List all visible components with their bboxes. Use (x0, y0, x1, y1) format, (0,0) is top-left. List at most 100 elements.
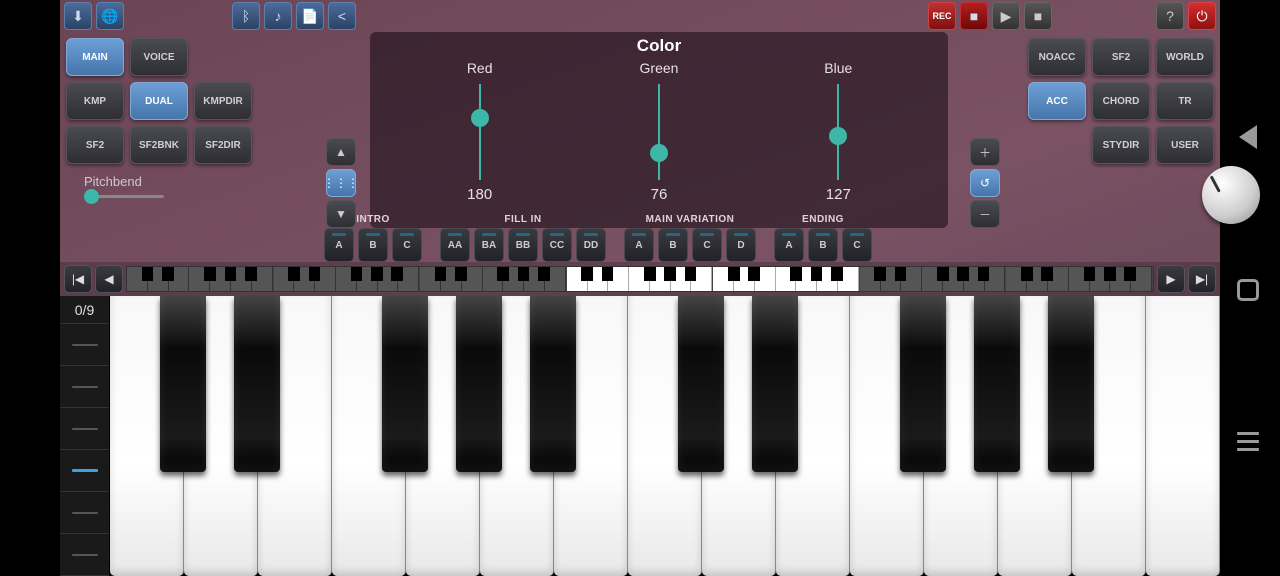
plus-button[interactable]: ＋ (970, 138, 1000, 166)
grid-icon[interactable]: ⋮⋮⋮ (326, 169, 356, 197)
zoom-seg[interactable] (60, 534, 109, 576)
next-arrow-icon[interactable]: ▶ (1157, 265, 1185, 293)
slider-label: Red (467, 60, 493, 76)
slider-track[interactable] (837, 84, 839, 180)
up-arrow-button[interactable]: ▲ (326, 138, 356, 166)
center-panel: Color Red180Green76Blue127 ▲ ⋮⋮⋮ ▼ ＋ ↺ －… (320, 32, 1004, 262)
zoom-seg[interactable] (60, 492, 109, 534)
seq-btn-a[interactable]: A (324, 228, 354, 262)
seq-btn-b[interactable]: B (658, 228, 688, 262)
mini-keyboard[interactable] (126, 266, 1154, 292)
seq-btn-dd[interactable]: DD (576, 228, 606, 262)
zoom-seg[interactable] (60, 324, 109, 366)
back-icon[interactable] (1239, 125, 1257, 149)
play-button[interactable]: ▶ (992, 2, 1020, 30)
left-btn-sf2bnk[interactable]: SF2BNK (130, 126, 188, 164)
slider-track[interactable] (658, 84, 660, 180)
seq-group-label: FILL IN (504, 214, 541, 225)
pitchbend-slider[interactable] (84, 195, 164, 198)
black-key[interactable] (678, 296, 724, 472)
left-btn-kmp[interactable]: KMP (66, 82, 124, 120)
seq-group-label: INTRO (356, 214, 390, 225)
share-icon[interactable]: < (328, 2, 356, 30)
bluetooth-icon[interactable]: ᛒ (232, 2, 260, 30)
home-icon[interactable] (1237, 279, 1259, 301)
right-btn-world[interactable]: WORLD (1156, 38, 1214, 76)
music-note-icon[interactable]: ♪ (264, 2, 292, 30)
stop-record-button[interactable]: ■ (960, 2, 988, 30)
seq-btn-d[interactable]: D (726, 228, 756, 262)
right-btn-noacc[interactable]: NOACC (1028, 38, 1086, 76)
black-key[interactable] (1048, 296, 1094, 472)
black-key[interactable] (456, 296, 502, 472)
zoom-seg[interactable] (60, 450, 109, 492)
seq-group-ending: ENDING ABC (774, 214, 872, 262)
help-button[interactable]: ? (1156, 2, 1184, 30)
app-root: ⬇ 🌐 ᛒ ♪ 📄 < REC ■ ▶ ■ ? ⏻ MAINVOICEKMPDU… (60, 0, 1220, 576)
slider-value: 127 (826, 186, 851, 203)
prev-arrow-icon[interactable]: ◀ (95, 265, 123, 293)
seq-btn-a[interactable]: A (774, 228, 804, 262)
recents-icon[interactable] (1237, 432, 1259, 451)
zoom-column: 0/9 (60, 296, 110, 576)
first-arrow-icon[interactable]: |◀ (64, 265, 92, 293)
right-btn-sf2[interactable]: SF2 (1092, 38, 1150, 76)
rec-button[interactable]: REC (928, 2, 956, 30)
system-nav-bar (1228, 0, 1268, 576)
black-key[interactable] (234, 296, 280, 472)
seq-btn-bb[interactable]: BB (508, 228, 538, 262)
seq-group-label: ENDING (802, 214, 844, 225)
seq-btn-a[interactable]: A (624, 228, 654, 262)
seq-btn-c[interactable]: C (842, 228, 872, 262)
seq-group-intro: INTROABC (324, 214, 422, 262)
right-btn-user[interactable]: USER (1156, 126, 1214, 164)
seq-btn-b[interactable]: B (808, 228, 838, 262)
color-title: Color (390, 36, 928, 56)
seq-btn-cc[interactable]: CC (542, 228, 572, 262)
power-button[interactable]: ⏻ (1188, 2, 1216, 30)
black-key[interactable] (752, 296, 798, 472)
right-btn-tr[interactable]: TR (1156, 82, 1214, 120)
seq-btn-c[interactable]: C (692, 228, 722, 262)
globe-icon[interactable]: 🌐 (96, 2, 124, 30)
last-arrow-icon[interactable]: ▶| (1188, 265, 1216, 293)
slider-track[interactable] (479, 84, 481, 180)
stop-button[interactable]: ■ (1024, 2, 1052, 30)
keyboard-strip: 0/9 (60, 296, 1220, 576)
color-panel: Color Red 180 Green76 Blue 127 (370, 32, 948, 228)
seq-btn-b[interactable]: B (358, 228, 388, 262)
seq-btn-c[interactable]: C (392, 228, 422, 262)
minus-button[interactable]: － (970, 200, 1000, 228)
slider-value: 180 (467, 186, 492, 203)
black-key[interactable] (382, 296, 428, 472)
left-btn-main[interactable]: MAIN (66, 38, 124, 76)
left-btn-dual[interactable]: DUAL (130, 82, 188, 120)
reset-icon[interactable]: ↺ (970, 169, 1000, 197)
slider-green: Green76 (569, 60, 748, 218)
zoom-seg[interactable] (60, 408, 109, 450)
right-btn-stydir[interactable]: STYDIR (1092, 126, 1150, 164)
black-key[interactable] (900, 296, 946, 472)
pitchbend-label: Pitchbend (84, 174, 314, 189)
left-btn-sf2dir[interactable]: SF2DIR (194, 126, 252, 164)
seq-group-main-variation: MAIN VARIATION ABCD (624, 214, 756, 262)
black-key[interactable] (974, 296, 1020, 472)
zoom-seg[interactable] (60, 366, 109, 408)
seq-group-fill-in: FILL IN AABABBCCDD (440, 214, 606, 262)
seq-group-label: MAIN VARIATION (646, 214, 735, 225)
right-btn-acc[interactable]: ACC (1028, 82, 1086, 120)
zoom-label: 0/9 (60, 296, 109, 324)
black-key[interactable] (530, 296, 576, 472)
right-panel: NOACCSF2WORLD ACCCHORDTRSTYDIRUSER (1004, 32, 1220, 262)
left-btn-voice[interactable]: VOICE (130, 38, 188, 76)
seq-btn-ba[interactable]: BA (474, 228, 504, 262)
left-btn-sf2[interactable]: SF2 (66, 126, 124, 164)
left-btn-kmpdir[interactable]: KMPDIR (194, 82, 252, 120)
piano-keyboard (110, 296, 1220, 576)
seq-btn-aa[interactable]: AA (440, 228, 470, 262)
slider-label: Blue (824, 60, 852, 76)
download-icon[interactable]: ⬇ (64, 2, 92, 30)
black-key[interactable] (160, 296, 206, 472)
right-btn-chord[interactable]: CHORD (1092, 82, 1150, 120)
document-icon[interactable]: 📄 (296, 2, 324, 30)
